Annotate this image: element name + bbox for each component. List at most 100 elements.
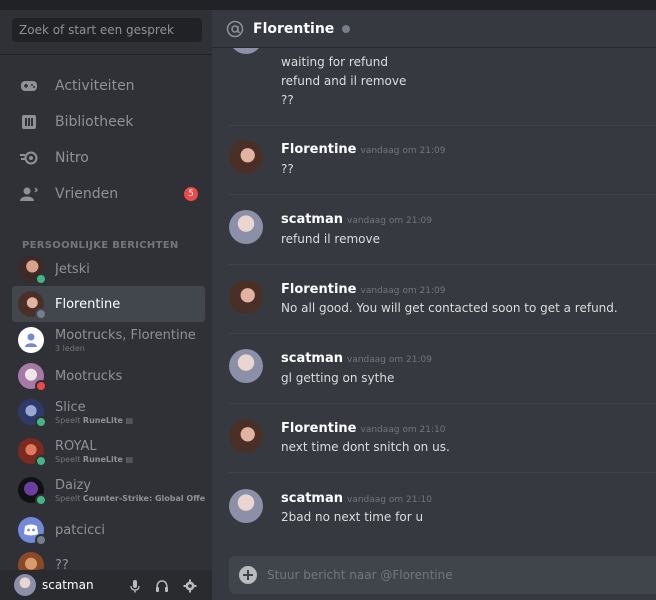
nav-label: Bibliotheek: [55, 114, 134, 130]
nav-friends[interactable]: Vrienden 5: [12, 177, 204, 211]
message-text: 2bad no next time for u: [281, 510, 424, 524]
nav-label: Nitro: [55, 150, 89, 166]
avatar: [18, 438, 47, 467]
message-input[interactable]: Stuur bericht naar @Florentine: [267, 568, 453, 582]
status-online: [35, 273, 47, 285]
avatar: [18, 363, 47, 392]
message-text: ??: [281, 162, 294, 176]
nav-nitro[interactable]: Nitro: [12, 141, 204, 175]
message-text: ??: [281, 93, 294, 107]
at-icon: [226, 20, 244, 38]
headphones-icon[interactable]: [155, 578, 169, 592]
friends-badge: 5: [184, 187, 198, 201]
dm-item-royal[interactable]: ROYAL Speelt RuneLite ▤: [12, 433, 205, 469]
message-avatar[interactable]: [229, 210, 263, 244]
dm-item-jetski[interactable]: Jetski: [12, 251, 205, 287]
search-input[interactable]: Zoek of start een gesprek: [12, 18, 202, 42]
dm-name: Slice: [55, 399, 86, 415]
message-timestamp: vandaag om 21:09: [360, 286, 446, 296]
author-name[interactable]: Florentine: [281, 421, 357, 436]
message-divider: [229, 194, 656, 195]
dm-item-slice[interactable]: Slice Speelt RuneLite ▤: [12, 394, 205, 430]
message-header: Florentine vandaag om 21:10: [281, 421, 445, 436]
chat-header: Florentine: [212, 10, 656, 48]
nitro-icon: [20, 149, 38, 167]
message-text: refund il remove: [281, 232, 380, 246]
rich-presence-icon: ▤: [125, 454, 134, 464]
chat-area: Florentine waiting for refund refund and…: [212, 10, 656, 600]
dm-item-patcicci[interactable]: patcicci: [12, 512, 205, 548]
message-timestamp: vandaag om 21:09: [360, 146, 446, 156]
message-divider: [229, 472, 656, 473]
avatar: [18, 256, 47, 285]
status-online: [35, 416, 47, 428]
status-dnd: [35, 380, 47, 392]
avatar: [18, 517, 47, 546]
dm-name: Mootrucks: [55, 368, 123, 384]
sidebar: Zoek of start een gesprek Activiteiten B…: [0, 10, 212, 600]
dm-name: Florentine: [55, 296, 121, 312]
upload-plus-icon[interactable]: [239, 566, 257, 584]
dm-name: Mootrucks, Florentine: [55, 327, 196, 343]
author-name[interactable]: scatman: [281, 212, 343, 227]
message-composer[interactable]: Stuur bericht naar @Florentine: [229, 556, 656, 594]
dm-item-mootrucks[interactable]: Mootrucks: [12, 358, 205, 394]
message-divider: [229, 125, 656, 126]
dm-subtext: 3 leden: [55, 343, 85, 353]
message-header: Florentine vandaag om 21:09: [281, 142, 445, 157]
discord-window: Zoek of start een gesprek Activiteiten B…: [0, 0, 656, 600]
message-avatar[interactable]: [229, 489, 263, 523]
chat-title: Florentine: [253, 20, 335, 37]
message-avatar[interactable]: [229, 349, 263, 383]
author-name[interactable]: Florentine: [281, 142, 357, 157]
group-avatar: [18, 327, 44, 353]
dm-item-florentine[interactable]: Florentine: [12, 286, 205, 322]
message-avatar[interactable]: [229, 419, 263, 453]
message-timestamp: vandaag om 21:09: [347, 216, 432, 226]
message-text: waiting for refund: [281, 55, 388, 69]
dm-item-group[interactable]: Mootrucks, Florentine 3 leden: [12, 322, 205, 358]
message-divider: [229, 264, 656, 265]
message-avatar[interactable]: [229, 140, 263, 174]
friends-icon: [20, 185, 38, 203]
dm-activity: Speelt Counter-Strike: Global Offen...: [55, 493, 205, 503]
message-divider: [229, 403, 656, 404]
message-header: scatman vandaag om 21:10: [281, 491, 432, 506]
group-icon: [25, 333, 37, 347]
author-name[interactable]: scatman: [281, 351, 343, 366]
user-avatar[interactable]: [14, 574, 36, 596]
microphone-icon[interactable]: [128, 578, 142, 593]
message-header: scatman vandaag om 21:09: [281, 212, 432, 227]
message-timestamp: vandaag om 21:09: [347, 355, 432, 365]
message-avatar[interactable]: [229, 280, 263, 314]
rich-presence-icon: ▤: [125, 415, 134, 425]
dm-section-header: PERSOONLIJKE BERICHTEN: [22, 240, 179, 251]
dm-activity: Speelt RuneLite ▤: [55, 454, 134, 464]
message-avatar[interactable]: [229, 48, 263, 54]
gamepad-icon: [20, 77, 38, 95]
author-name[interactable]: scatman: [281, 491, 343, 506]
avatar: [18, 477, 47, 506]
message-list: waiting for refund refund and il remove …: [212, 48, 656, 554]
dm-name: patcicci: [55, 522, 105, 538]
user-name: scatman: [42, 578, 94, 592]
title-bar: [0, 0, 656, 10]
nav-activities[interactable]: Activiteiten: [12, 69, 204, 103]
status-online: [35, 455, 47, 467]
message-text: No all good. You will get contacted soon…: [281, 301, 618, 315]
gear-icon[interactable]: [183, 578, 197, 593]
library-icon: [20, 113, 38, 131]
message-timestamp: vandaag om 21:10: [360, 425, 446, 435]
message-text: gl getting on sythe: [281, 371, 395, 385]
author-name[interactable]: Florentine: [281, 282, 357, 297]
status-offline-indicator: [342, 24, 351, 33]
nav-library[interactable]: Bibliotheek: [12, 105, 204, 139]
message-text: next time dont snitch on us.: [281, 440, 450, 454]
status-online: [35, 494, 47, 506]
dm-item-daizy[interactable]: Daizy Speelt Counter-Strike: Global Offe…: [12, 472, 205, 508]
dm-name: ROYAL: [55, 438, 97, 454]
message-header: scatman vandaag om 21:09: [281, 351, 432, 366]
message-divider: [229, 333, 656, 334]
status-offline: [35, 534, 47, 546]
message-text: refund and il remove: [281, 74, 407, 88]
